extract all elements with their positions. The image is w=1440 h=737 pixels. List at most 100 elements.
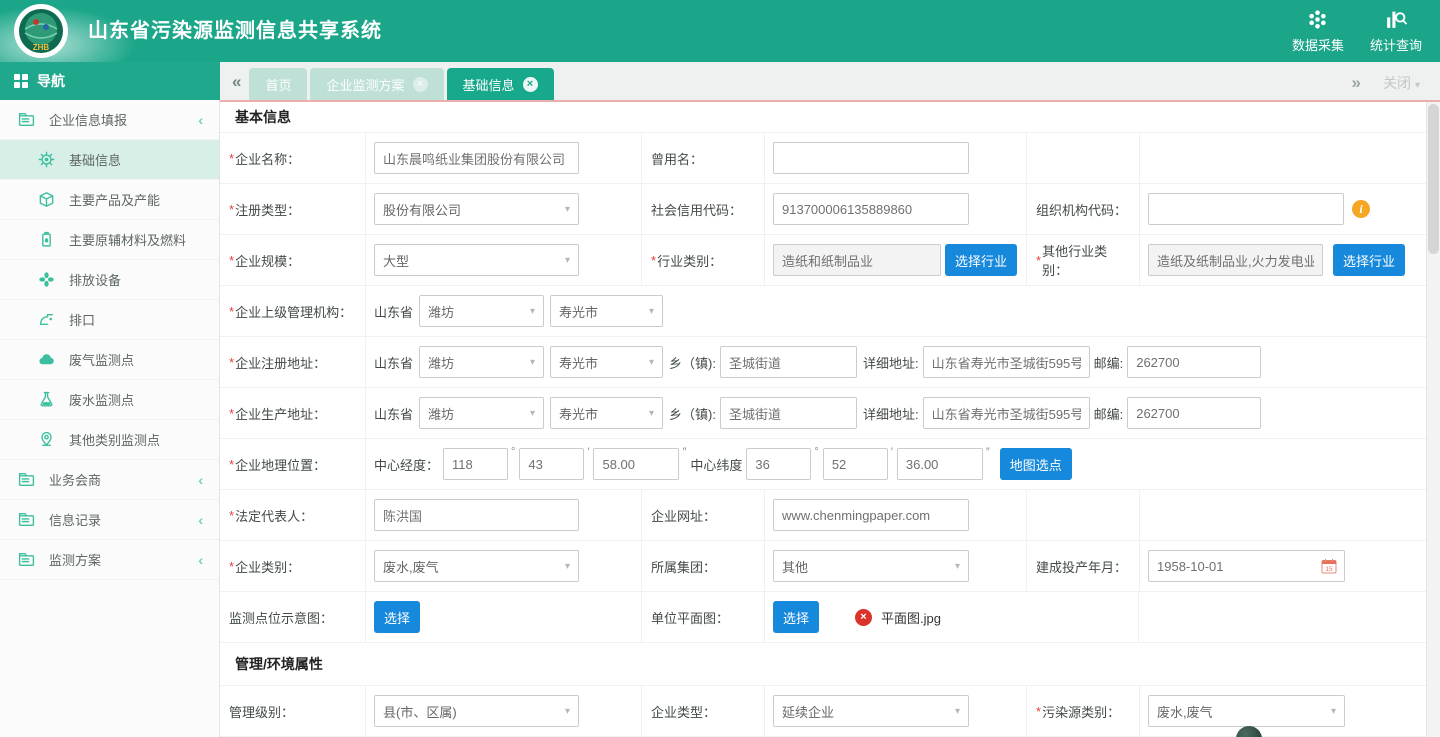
dots-grid-icon xyxy=(1306,8,1329,31)
company-category-label: *企业类别： xyxy=(220,541,365,591)
sidebar-item-emission-equipment[interactable]: 排放设备 xyxy=(0,260,219,300)
legal-rep-label: *法定代表人： xyxy=(220,490,365,540)
other-industry-input[interactable] xyxy=(1148,244,1323,276)
degree-symbol: ° xyxy=(511,446,515,458)
latitude-sec-input[interactable] xyxy=(897,448,983,480)
industry-label: *行业类别： xyxy=(641,235,764,285)
header-actions: 数据采集 统计查询 xyxy=(1292,8,1422,54)
form-row: 监测点位示意图： 选择 单位平面图： 选择 × 平面图.jpg xyxy=(220,592,1426,643)
form-row: *注册类型： 股份有限公司▾ 社会信用代码： 组织机构代码： i xyxy=(220,184,1426,235)
chevron-down-icon: ▾ xyxy=(565,561,570,572)
tab-basic-info[interactable]: 基础信息 × xyxy=(447,68,554,100)
credit-code-input[interactable] xyxy=(773,193,969,225)
website-label: 企业网址： xyxy=(641,490,764,540)
info-icon[interactable]: i xyxy=(1352,200,1370,218)
prod-address-district-select[interactable]: 寿光市▾ xyxy=(550,397,663,429)
prod-address-town-input[interactable] xyxy=(720,397,857,429)
reg-address-zip-input[interactable] xyxy=(1127,346,1261,378)
province-text: 山东省 xyxy=(374,353,413,372)
choose-monitor-sketch-button[interactable]: 选择 xyxy=(374,601,420,633)
close-tab-icon[interactable]: × xyxy=(413,77,428,92)
sidebar-item-label: 其他类别监测点 xyxy=(69,430,160,449)
latitude-deg-input[interactable] xyxy=(746,448,811,480)
form-row: *法定代表人： 企业网址： xyxy=(220,490,1426,541)
sidebar-item-basic-info[interactable]: 基础信息 xyxy=(0,140,219,180)
legal-rep-input[interactable] xyxy=(374,499,579,531)
group-select[interactable]: 其他▾ xyxy=(773,550,969,582)
sidebar-group-monitor-plan[interactable]: 监测方案 ‹ xyxy=(0,540,219,580)
folder-icon xyxy=(18,511,35,528)
website-input[interactable] xyxy=(773,499,969,531)
form-row: *企业地理位置： 中心经度： ° ′ ″ 中心纬度 ° ′ ″ 地图选 xyxy=(220,439,1426,490)
scrollbar-thumb[interactable] xyxy=(1428,104,1439,254)
company-category-select[interactable]: 废水,废气▾ xyxy=(374,550,579,582)
scroll-tabs-left-button[interactable]: « xyxy=(232,72,241,92)
cube-icon xyxy=(38,191,55,208)
bar-chart-search-icon xyxy=(1384,8,1407,31)
select-industry-button[interactable]: 选择行业 xyxy=(945,244,1017,276)
collapse-chevron-icon: ‹ xyxy=(198,472,203,488)
map-pick-button[interactable]: 地图选点 xyxy=(1000,448,1072,480)
industry-input[interactable] xyxy=(773,244,941,276)
tab-enterprise-monitor-plan[interactable]: 企业监测方案 × xyxy=(310,68,443,100)
reg-address-detail-input[interactable] xyxy=(923,346,1090,378)
longitude-min-input[interactable] xyxy=(519,448,584,480)
unit-plan-label: 单位平面图： xyxy=(641,592,764,642)
choose-unit-plan-button[interactable]: 选择 xyxy=(773,601,819,633)
sidebar-item-label: 业务会商 xyxy=(49,470,101,489)
reg-address-city-select[interactable]: 潍坊▾ xyxy=(419,346,544,378)
enterprise-type-label: 企业类型： xyxy=(641,686,764,736)
scroll-tabs-right-button[interactable]: » xyxy=(1352,73,1361,93)
reg-address-town-input[interactable] xyxy=(720,346,857,378)
chevron-down-icon: ▾ xyxy=(530,408,535,419)
mgmt-level-select[interactable]: 县(市、区属)▾ xyxy=(374,695,579,727)
former-name-input[interactable] xyxy=(773,142,969,174)
sidebar-item-materials[interactable]: 主要原辅材料及燃料 xyxy=(0,220,219,260)
other-industry-label: *其他行业类别： xyxy=(1026,235,1139,285)
select-other-industry-button[interactable]: 选择行业 xyxy=(1333,244,1405,276)
sidebar-group-info-records[interactable]: 信息记录 ‹ xyxy=(0,500,219,540)
app-header: ZHB 山东省污染源监测信息共享系统 数据采集 xyxy=(0,0,1440,62)
delete-file-icon[interactable]: × xyxy=(855,609,872,626)
reg-address-district-select[interactable]: 寿光市▾ xyxy=(550,346,663,378)
stats-query-label: 统计查询 xyxy=(1370,35,1422,54)
tab-home-label: 首页 xyxy=(265,75,291,94)
pollution-category-select[interactable]: 废水,废气▾ xyxy=(1148,695,1345,727)
close-menu-button[interactable]: 关闭▾ xyxy=(1383,73,1420,93)
prod-address-city-select[interactable]: 潍坊▾ xyxy=(419,397,544,429)
parent-org-city-select[interactable]: 潍坊▾ xyxy=(419,295,544,327)
sidebar-item-water-monitor-points[interactable]: 废水监测点 xyxy=(0,380,219,420)
register-type-label: *注册类型： xyxy=(220,184,365,234)
sidebar-item-products[interactable]: 主要产品及产能 xyxy=(0,180,219,220)
collapse-chevron-icon: ‹ xyxy=(198,112,203,128)
parent-org-district-select[interactable]: 寿光市▾ xyxy=(550,295,663,327)
prod-address-detail-input[interactable] xyxy=(923,397,1090,429)
tab-bar: « 首页 企业监测方案 × 基础信息 × » 关闭▾ xyxy=(220,62,1440,100)
company-scale-select[interactable]: 大型▾ xyxy=(374,244,579,276)
tab-home[interactable]: 首页 xyxy=(249,68,307,100)
calendar-icon[interactable]: 15 xyxy=(1321,558,1337,574)
close-tab-icon[interactable]: × xyxy=(523,77,538,92)
data-collect-button[interactable]: 数据采集 xyxy=(1292,8,1344,54)
chevron-down-icon: ▾ xyxy=(530,306,535,317)
commission-date-input[interactable] xyxy=(1149,552,1299,580)
longitude-sec-input[interactable] xyxy=(593,448,679,480)
enterprise-type-select[interactable]: 延续企业▾ xyxy=(773,695,969,727)
sidebar-item-label: 主要原辅材料及燃料 xyxy=(69,230,186,249)
parent-org-label: *企业上级管理机构： xyxy=(220,286,365,336)
register-type-select[interactable]: 股份有限公司▾ xyxy=(374,193,579,225)
sidebar-item-outlets[interactable]: 排口 xyxy=(0,300,219,340)
sidebar-item-label: 排口 xyxy=(69,310,95,329)
sidebar-item-other-monitor-points[interactable]: 其他类别监测点 xyxy=(0,420,219,460)
sidebar-group-enterprise-info[interactable]: 企业信息填报 ‹ xyxy=(0,100,219,140)
company-name-input[interactable] xyxy=(374,142,579,174)
vertical-scrollbar[interactable] xyxy=(1426,102,1440,737)
sidebar-item-gas-monitor-points[interactable]: 废气监测点 xyxy=(0,340,219,380)
latitude-min-input[interactable] xyxy=(823,448,888,480)
sidebar-group-business-consult[interactable]: 业务会商 ‹ xyxy=(0,460,219,500)
monitor-sketch-label: 监测点位示意图： xyxy=(220,592,365,642)
org-code-input[interactable] xyxy=(1148,193,1344,225)
longitude-deg-input[interactable] xyxy=(443,448,508,480)
stats-query-button[interactable]: 统计查询 xyxy=(1370,8,1422,54)
prod-address-zip-input[interactable] xyxy=(1127,397,1261,429)
